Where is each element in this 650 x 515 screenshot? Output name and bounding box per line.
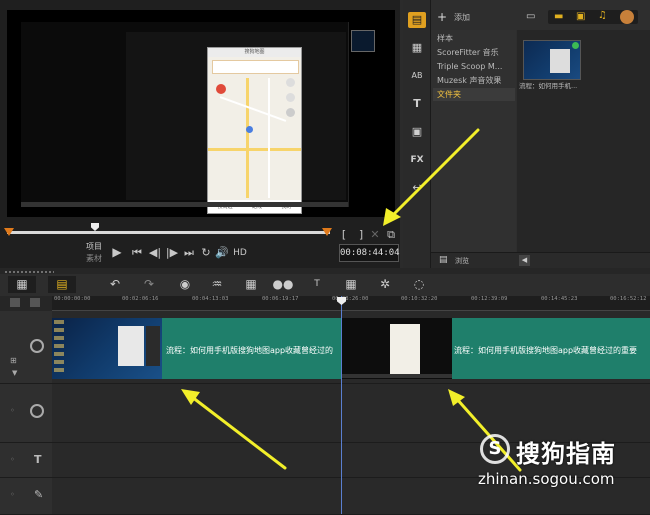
arrow-line (390, 128, 480, 218)
watermark-brand: 搜狗指南 (516, 440, 616, 468)
watermark-url: zhinan.sogou.com (478, 470, 615, 488)
arrow-line (190, 395, 287, 470)
watermark: S 搜狗指南 zhinan.sogou.com (478, 430, 648, 500)
sogou-logo-icon: S (480, 434, 510, 464)
